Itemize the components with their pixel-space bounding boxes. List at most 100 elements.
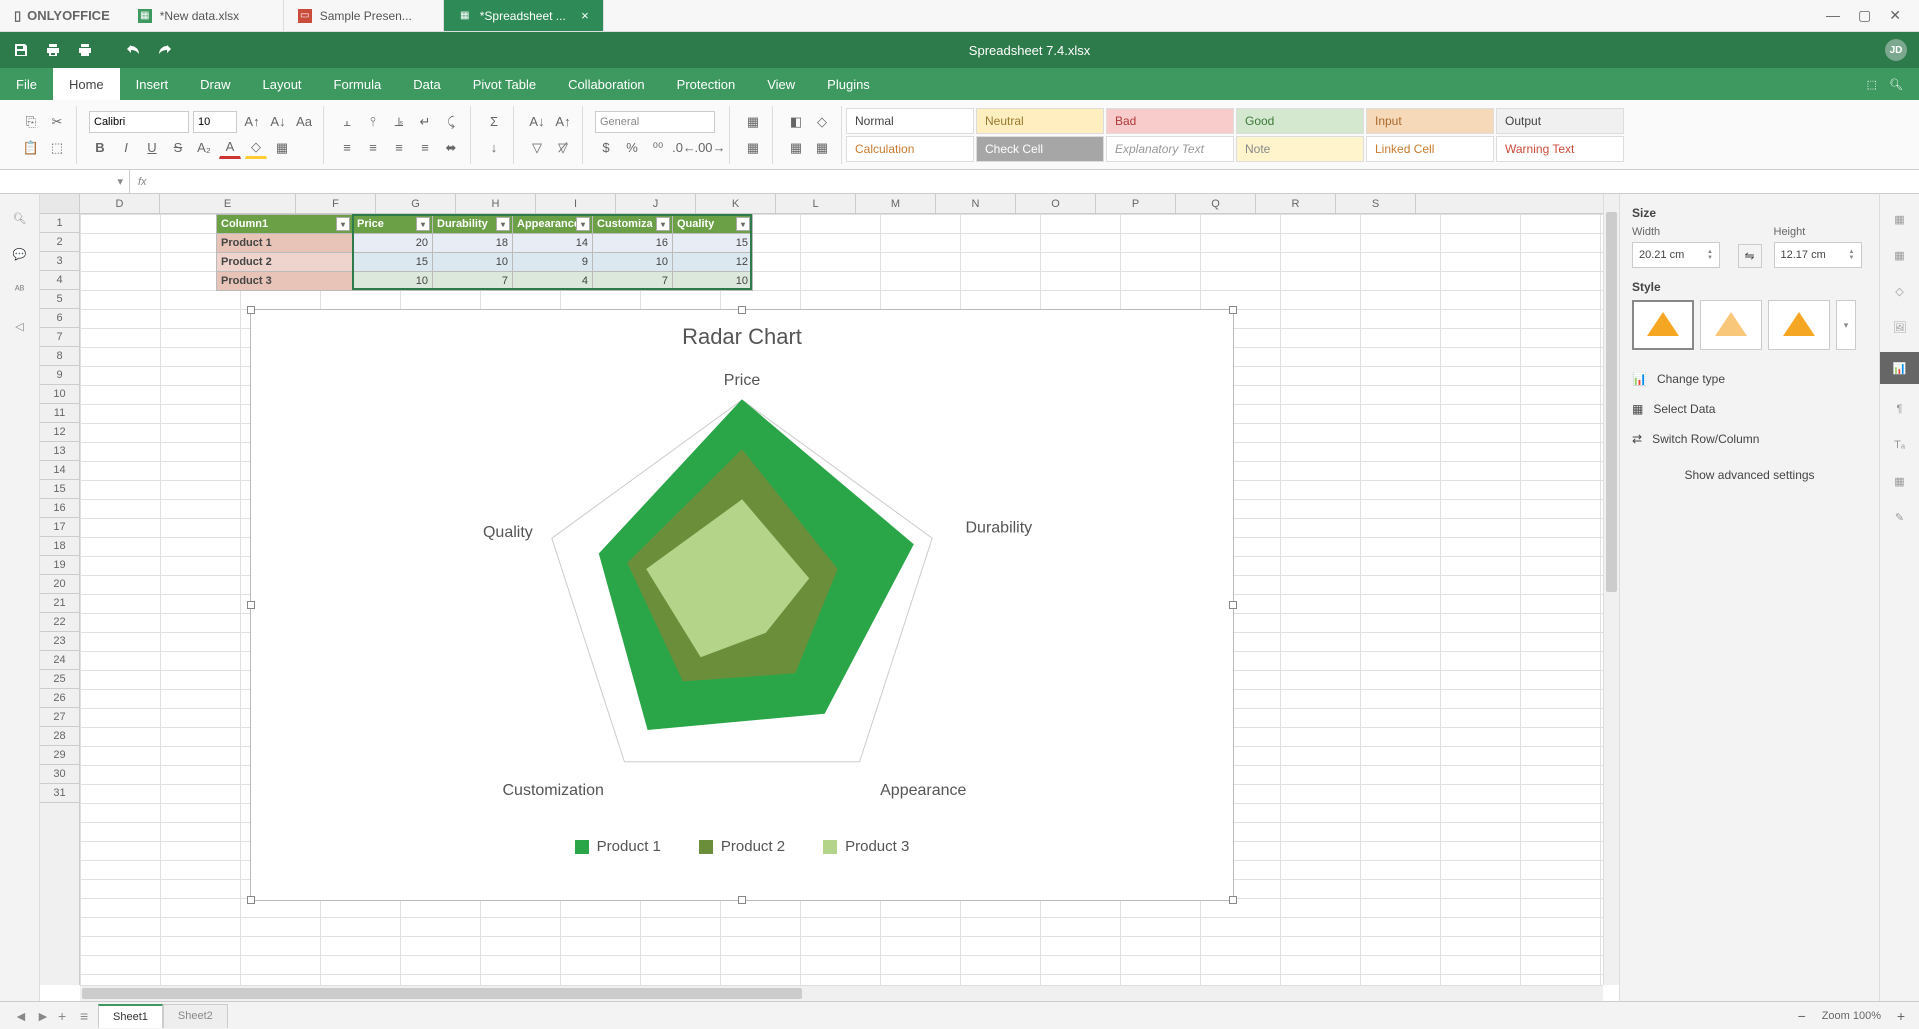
row-header[interactable]: 19 [40, 556, 79, 575]
row-header[interactable]: 4 [40, 271, 79, 290]
strikethrough-button[interactable]: S [167, 137, 189, 159]
table-cell[interactable]: 12 [673, 253, 753, 272]
table-template-icon[interactable]: ▦ [811, 137, 833, 159]
table-cell[interactable]: 10 [673, 272, 753, 291]
row-header[interactable]: 1 [40, 214, 79, 233]
font-name-select[interactable] [89, 111, 189, 133]
doc-tab[interactable]: ▭ Sample Presen... [284, 0, 444, 31]
advanced-settings-link[interactable]: Show advanced settings [1632, 454, 1867, 496]
sheet-tab[interactable]: Sheet1 [98, 1004, 163, 1028]
cell-style-calculation[interactable]: Calculation [846, 136, 974, 162]
column-header[interactable]: S [1336, 194, 1416, 213]
menu-file[interactable]: File [0, 68, 53, 100]
row-header[interactable]: 31 [40, 784, 79, 803]
align-right-icon[interactable]: ≡ [388, 137, 410, 159]
row-header[interactable]: 14 [40, 461, 79, 480]
menu-formula[interactable]: Formula [318, 68, 398, 100]
cell-style-explanatory-text[interactable]: Explanatory Text [1106, 136, 1234, 162]
spellcheck-icon[interactable]: ᴬᴮ [10, 280, 30, 300]
cell-style-warning-text[interactable]: Warning Text [1496, 136, 1624, 162]
decrease-decimal-icon[interactable]: .0← [673, 137, 695, 159]
fill-down-icon[interactable]: ↓ [483, 137, 505, 159]
paste-icon[interactable]: 📋 [20, 137, 42, 159]
chart-object[interactable]: Radar Chart PriceDurabilityAppearanceCus… [250, 309, 1234, 901]
sheet-tab[interactable]: Sheet2 [163, 1004, 228, 1028]
menu-plugins[interactable]: Plugins [811, 68, 886, 100]
align-top-icon[interactable]: ⫠ [336, 111, 358, 133]
align-left-icon[interactable]: ≡ [336, 137, 358, 159]
select-data-button[interactable]: ▦ Select Data [1632, 394, 1867, 424]
italic-button[interactable]: I [115, 137, 137, 159]
table-cell[interactable]: 14 [513, 234, 593, 253]
add-sheet-button[interactable]: + [54, 1008, 74, 1024]
column-header[interactable]: O [1016, 194, 1096, 213]
close-icon[interactable]: × [581, 8, 589, 23]
cell-style-output[interactable]: Output [1496, 108, 1624, 134]
menu-collaboration[interactable]: Collaboration [552, 68, 661, 100]
table-header[interactable]: Appearance [513, 215, 593, 234]
vertical-scrollbar[interactable] [1603, 194, 1619, 985]
align-bottom-icon[interactable]: ⫡ [388, 111, 410, 133]
cell-style-good[interactable]: Good [1236, 108, 1364, 134]
chart-settings-icon[interactable]: 📊 [1880, 352, 1919, 384]
table-cell[interactable]: 18 [433, 234, 513, 253]
redo-icon[interactable] [156, 41, 174, 59]
wrap-text-icon[interactable]: ↵ [414, 111, 436, 133]
font-color-button[interactable]: A [219, 137, 241, 159]
spreadsheet-area[interactable]: DEFGHIJKLMNOPQRS 12345678910111213141516… [40, 194, 1619, 1001]
row-header[interactable]: 3 [40, 252, 79, 271]
row-header[interactable]: 5 [40, 290, 79, 309]
row-header[interactable]: 25 [40, 670, 79, 689]
column-header[interactable]: M [856, 194, 936, 213]
row-header[interactable]: 16 [40, 499, 79, 518]
legend-item[interactable]: Product 3 [823, 838, 909, 855]
column-header[interactable]: I [536, 194, 616, 213]
cell-style-normal[interactable]: Normal [846, 108, 974, 134]
row-header[interactable]: 20 [40, 575, 79, 594]
conditional-format-icon[interactable]: ◧ [785, 111, 807, 133]
resize-handle[interactable] [1229, 601, 1237, 609]
select-all-corner[interactable] [40, 194, 80, 213]
insert-cells-icon[interactable]: ▦ [742, 111, 764, 133]
currency-icon[interactable]: $ [595, 137, 617, 159]
app-logo[interactable]: ▯ ONLYOFFICE [0, 8, 124, 24]
print-icon[interactable] [44, 41, 62, 59]
row-header[interactable]: 30 [40, 765, 79, 784]
cut-icon[interactable]: ✂ [46, 111, 68, 133]
zoom-out-button[interactable]: − [1794, 1008, 1810, 1024]
row-header[interactable]: 15 [40, 480, 79, 499]
column-header[interactable]: E [160, 194, 296, 213]
row-header[interactable]: 2 [40, 233, 79, 252]
delete-cells-icon[interactable]: ▦ [742, 137, 764, 159]
table-cell[interactable]: 10 [593, 253, 673, 272]
row-header[interactable]: 27 [40, 708, 79, 727]
slicer-settings-icon[interactable]: ✎ [1889, 506, 1911, 528]
table-row-header[interactable]: Product 1 [217, 234, 353, 253]
table-row-header[interactable]: Product 3 [217, 272, 353, 291]
menu-insert[interactable]: Insert [120, 68, 185, 100]
clear-filter-icon[interactable]: ▽̸ [552, 137, 574, 159]
row-header[interactable]: 18 [40, 537, 79, 556]
menu-pivot-table[interactable]: Pivot Table [457, 68, 552, 100]
copy-icon[interactable]: ⎘ [20, 111, 42, 133]
column-header[interactable]: H [456, 194, 536, 213]
table-settings-icon[interactable]: ▦ [1889, 244, 1911, 266]
decrease-font-icon[interactable]: A↓ [267, 111, 289, 133]
table-cell[interactable]: 7 [433, 272, 513, 291]
cell-style-note[interactable]: Note [1236, 136, 1364, 162]
row-header[interactable]: 13 [40, 442, 79, 461]
table-cell[interactable]: 7 [593, 272, 673, 291]
sheet-nav-next[interactable]: ► [32, 1008, 52, 1024]
column-header[interactable]: N [936, 194, 1016, 213]
comments-icon[interactable]: 💬 [10, 244, 30, 264]
open-location-icon[interactable]: ⬚ [1867, 78, 1877, 91]
orientation-icon[interactable]: ⤹ [440, 111, 462, 133]
cell-style-input[interactable]: Input [1366, 108, 1494, 134]
zoom-in-button[interactable]: + [1893, 1008, 1909, 1024]
fill-color-button[interactable]: ◇ [245, 137, 267, 159]
column-header[interactable]: G [376, 194, 456, 213]
resize-handle[interactable] [738, 896, 746, 904]
row-header[interactable]: 26 [40, 689, 79, 708]
style-thumb[interactable] [1700, 300, 1762, 350]
borders-button[interactable]: ▦ [271, 137, 293, 159]
